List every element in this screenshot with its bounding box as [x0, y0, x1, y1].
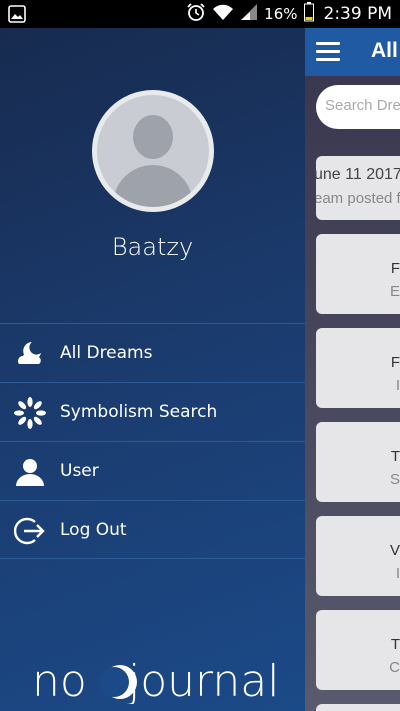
dream-card[interactable]	[316, 704, 400, 711]
card-subtitle: eam posted fo	[316, 190, 400, 207]
svg-text:journal: journal	[127, 656, 277, 704]
menu-item-symbolism-search[interactable]: Symbolism Search	[0, 382, 305, 441]
drawer-menu: All Dreams Symbolism Search User Log Out	[0, 323, 305, 559]
menu-label: Symbolism Search	[60, 402, 218, 422]
card-title: V	[389, 542, 400, 559]
card-title: T	[390, 636, 400, 653]
clock: 2:39 PM	[323, 4, 393, 24]
wifi-icon	[212, 3, 234, 26]
menu-item-log-out[interactable]: Log Out	[0, 500, 305, 559]
app-background: All Search Dre une 11 2017 eam posted fo…	[305, 28, 400, 711]
menu-label: All Dreams	[60, 343, 153, 363]
card-title: F	[390, 260, 400, 277]
dream-card[interactable]: V I	[316, 516, 400, 596]
menu-label: User	[60, 461, 99, 481]
user-icon	[14, 456, 46, 488]
card-subtitle: C	[389, 659, 400, 676]
app-title: All	[371, 39, 398, 62]
card-subtitle: I	[395, 565, 400, 582]
search-input[interactable]: Search Dre	[316, 85, 400, 129]
status-bar: 16% 2:39 PM	[0, 0, 400, 28]
hamburger-menu-icon[interactable]	[316, 42, 340, 62]
menu-item-user[interactable]: User	[0, 441, 305, 500]
moon-cloud-icon	[14, 338, 46, 370]
menu-label: Log Out	[60, 520, 127, 540]
menu-item-all-dreams[interactable]: All Dreams	[0, 323, 305, 382]
avatar[interactable]	[92, 90, 214, 212]
card-title: T	[390, 448, 400, 465]
battery-icon	[303, 1, 314, 27]
logout-icon	[13, 515, 46, 547]
card-date: une 11 2017	[316, 166, 400, 183]
card-subtitle: E	[389, 283, 400, 300]
avatar-head	[133, 115, 173, 159]
alarm-icon	[186, 2, 206, 27]
dream-card[interactable]: T S	[316, 422, 400, 502]
username: Baatzy	[111, 233, 194, 261]
navigation-drawer: Baatzy All Dreams Symbolism Search User …	[0, 28, 305, 711]
nojournal-logo: no journal	[32, 656, 279, 707]
image-icon	[8, 5, 26, 28]
dream-card[interactable]: F E	[316, 234, 400, 314]
card-subtitle: S	[389, 471, 400, 488]
svg-text:no: no	[32, 656, 87, 704]
dream-card[interactable]: une 11 2017 eam posted fo	[316, 156, 400, 220]
dream-card[interactable]: T C	[316, 610, 400, 690]
avatar-body	[113, 165, 193, 207]
battery-percent: 16%	[264, 5, 298, 23]
card-title: F	[390, 354, 400, 371]
app-bar: All	[305, 28, 400, 76]
dream-card[interactable]: F I	[316, 328, 400, 408]
card-subtitle: I	[395, 377, 400, 394]
flower-icon	[14, 397, 46, 429]
signal-icon	[240, 3, 258, 26]
